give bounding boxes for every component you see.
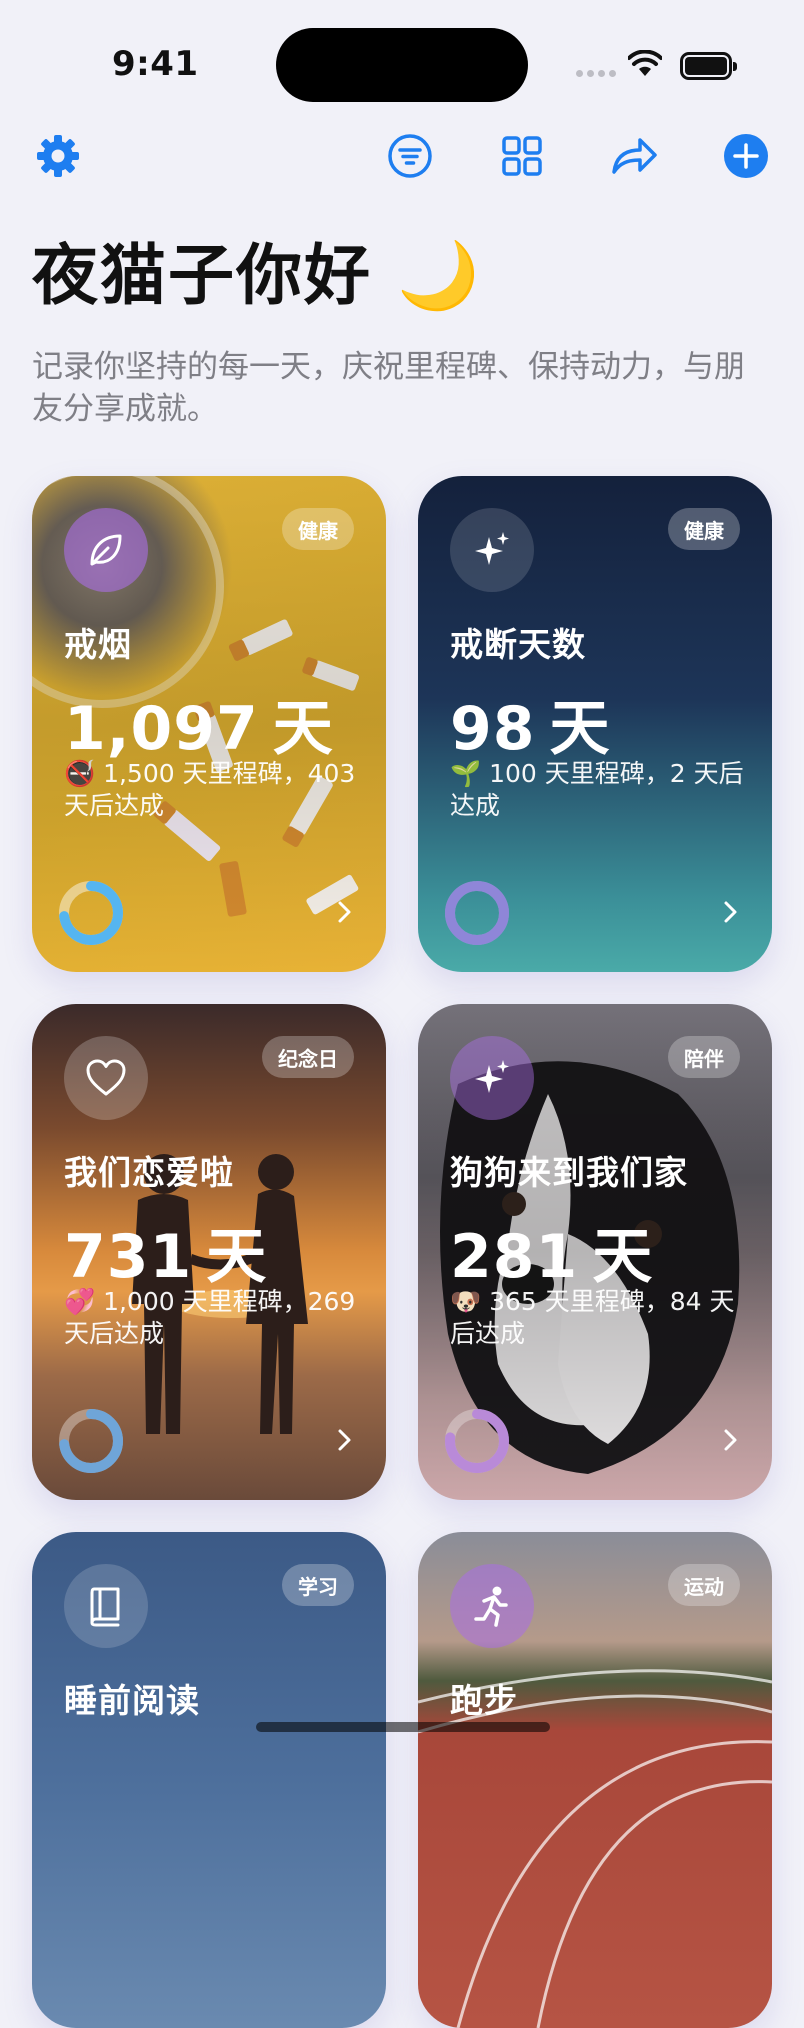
home-indicator	[256, 1722, 550, 1732]
sparkles-icon-badge	[450, 1036, 534, 1120]
day-count-number: 281	[450, 1222, 579, 1292]
category-tag: 学习	[282, 1564, 354, 1606]
tracker-card[interactable]: 陪伴 狗狗来到我们家 281 天 🐶 365 天里程碑，84 天后达成	[418, 1004, 772, 1500]
status-time: 9:41	[112, 44, 199, 84]
add-button[interactable]	[722, 132, 770, 180]
chevron-right-icon	[724, 1429, 737, 1451]
milestone-text: 🐶 365 天里程碑，84 天后达成	[450, 1287, 735, 1348]
plus-icon	[724, 134, 768, 178]
heart-icon-badge	[64, 1036, 148, 1120]
card-title: 戒断天数	[450, 625, 586, 664]
category-tag: 运动	[668, 1564, 740, 1606]
share-button[interactable]	[610, 132, 658, 180]
milestone-text: 🚭 1,500 天里程碑，403 天后达成	[64, 759, 356, 820]
running-icon	[474, 1586, 508, 1627]
progress-ring	[445, 881, 509, 945]
chevron-right-icon	[338, 1429, 351, 1451]
progress-ring	[59, 1409, 123, 1473]
filter-button[interactable]	[386, 132, 434, 180]
wifi-icon	[628, 50, 662, 76]
signal-dots-icon	[576, 70, 616, 77]
card-title: 戒烟	[64, 625, 132, 664]
day-count-number: 1,097	[64, 694, 259, 764]
sparkles-icon	[475, 1060, 509, 1093]
progress-ring	[59, 881, 123, 945]
tracker-card[interactable]: 纪念日 我们恋爱啦 731 天 💞 1,000 天里程碑，269 天后达成	[32, 1004, 386, 1500]
grid-icon	[502, 136, 542, 176]
leaf-icon	[90, 534, 122, 566]
chevron-right-icon	[338, 901, 351, 923]
day-count-unit: 天	[592, 1222, 654, 1292]
gear-icon	[37, 135, 79, 177]
chevron-right-icon	[724, 901, 737, 923]
progress-ring	[445, 1409, 509, 1473]
dynamic-island	[276, 28, 528, 102]
card-title: 我们恋爱啦	[64, 1153, 234, 1192]
day-count: 98 天	[450, 680, 611, 767]
sparkles-icon-badge	[450, 508, 534, 592]
sparkles-icon	[475, 532, 509, 565]
tracker-card[interactable]: 运动 跑步	[418, 1532, 772, 2028]
heart-icon	[86, 1059, 126, 1096]
category-tag: 纪念日	[262, 1036, 354, 1078]
page-subtitle: 记录你坚持的每一天，庆祝里程碑、保持动力，与朋友分享成就。	[32, 349, 745, 427]
milestone-text: 🌱 100 天里程碑，2 天后达成	[450, 759, 744, 820]
category-tag: 陪伴	[668, 1036, 740, 1078]
page-title: 夜猫子你好 🌙	[32, 237, 482, 314]
day-count-number: 98	[450, 694, 536, 764]
day-count: 1,097 天	[64, 680, 334, 767]
status-bar: 9:41	[0, 0, 804, 130]
day-count-number: 731	[64, 1222, 193, 1292]
milestone-text: 💞 1,000 天里程碑，269 天后达成	[64, 1287, 356, 1348]
filter-icon	[388, 134, 432, 178]
share-icon	[612, 138, 657, 174]
book-icon-badge	[64, 1564, 148, 1648]
battery-icon	[680, 52, 737, 80]
day-count-unit: 天	[206, 1222, 268, 1292]
settings-button[interactable]	[34, 132, 82, 180]
running-icon-badge	[450, 1564, 534, 1648]
tracker-card[interactable]: 健康 戒断天数 98 天 🌱 100 天里程碑，2 天后达成	[418, 476, 772, 972]
tracker-card[interactable]: 健康 戒烟 1,097 天 🚭 1,500 天里程碑，403 天后达成	[32, 476, 386, 972]
card-title: 睡前阅读	[64, 1681, 200, 1720]
day-count: 731 天	[64, 1208, 267, 1295]
day-count: 281 天	[450, 1208, 653, 1295]
day-count-unit: 天	[272, 694, 334, 764]
category-tag: 健康	[668, 508, 740, 550]
card-title: 跑步	[450, 1681, 518, 1720]
grid-view-button[interactable]	[498, 132, 546, 180]
category-tag: 健康	[282, 508, 354, 550]
book-icon	[90, 1587, 120, 1627]
day-count-unit: 天	[549, 694, 611, 764]
leaf-icon-badge	[64, 508, 148, 592]
tracker-card[interactable]: 学习 睡前阅读	[32, 1532, 386, 2028]
card-title: 狗狗来到我们家	[450, 1153, 688, 1192]
